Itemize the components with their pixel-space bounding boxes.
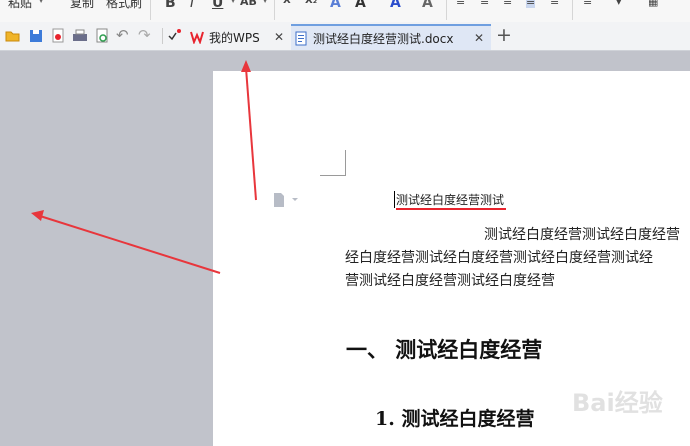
- superscript-icon[interactable]: X²: [283, 0, 295, 6]
- document-title-line[interactable]: 测试经白度经营测试: [394, 191, 507, 210]
- print-preview-icon[interactable]: [93, 27, 111, 45]
- align-right-icon[interactable]: ≡: [503, 0, 512, 8]
- close-icon[interactable]: ✕: [274, 30, 284, 44]
- bold-icon[interactable]: B: [165, 0, 176, 11]
- font-color-icon[interactable]: A: [390, 0, 401, 11]
- tab-bar: ↶ ↷ 我的WPS ✕ 测试经白度经营测试.docx ✕ +: [0, 22, 690, 51]
- new-tab-icon[interactable]: +: [496, 24, 512, 46]
- align-left-icon[interactable]: ≡: [456, 0, 465, 8]
- heading-2[interactable]: 1. 测试经白度经营: [375, 404, 534, 431]
- paste-dropdown-icon[interactable]: ▼: [38, 0, 44, 4]
- docx-icon: [295, 31, 307, 46]
- tab-label: 我的WPS: [209, 30, 260, 45]
- customize-toolbar-icon[interactable]: [166, 27, 184, 45]
- redo-icon[interactable]: ↷: [138, 26, 151, 44]
- close-icon[interactable]: ✕: [474, 31, 484, 45]
- body-line[interactable]: 营测试经白度经营测试经白度经营: [345, 270, 555, 290]
- line-spacing-icon[interactable]: ≡: [583, 0, 592, 8]
- save-icon[interactable]: [27, 27, 45, 45]
- italic-icon[interactable]: I: [190, 0, 194, 11]
- tab-my-wps[interactable]: 我的WPS ✕: [185, 24, 291, 50]
- heading-1[interactable]: 一、 测试经白度经营: [346, 334, 542, 364]
- margin-marker: [345, 150, 346, 176]
- undo-icon[interactable]: ↶: [116, 26, 129, 44]
- strike-dropdown-icon[interactable]: ▼: [262, 0, 268, 4]
- tab-document[interactable]: 测试经白度经营测试.docx ✕: [291, 24, 491, 50]
- underline-icon[interactable]: U: [212, 0, 223, 11]
- wps-logo-icon: [190, 31, 204, 44]
- paragraph-shading-icon[interactable]: ▾: [616, 0, 622, 8]
- spellcheck-underline: [396, 208, 507, 210]
- export-pdf-icon[interactable]: [49, 27, 67, 45]
- char-shading-icon[interactable]: A: [422, 0, 433, 11]
- title-text: 测试经白度经营测试: [396, 193, 505, 207]
- watermark-text: Bai经验: [572, 388, 663, 417]
- tab-label: 测试经白度经营测试.docx: [313, 31, 454, 46]
- paragraph-handle-icon[interactable]: [272, 192, 302, 208]
- strikethrough-icon[interactable]: AB: [240, 0, 257, 8]
- watermark: Bai经验: [572, 380, 690, 420]
- paste-button[interactable]: 粘贴: [8, 0, 32, 11]
- body-line[interactable]: 经白度经营测试经白度经营测试经白度经营测试经: [345, 247, 653, 267]
- format-painter-button[interactable]: 格式刷: [106, 0, 142, 11]
- distribute-icon[interactable]: ≡: [550, 0, 559, 8]
- open-folder-icon[interactable]: [4, 27, 22, 45]
- border-icon[interactable]: ▦: [648, 0, 658, 8]
- highlight-icon[interactable]: A: [355, 0, 366, 11]
- align-center-icon[interactable]: ≡: [480, 0, 489, 8]
- subscript-icon[interactable]: X₂: [305, 0, 317, 6]
- justify-icon[interactable]: ≡: [526, 0, 536, 8]
- arrow-head-icon: [31, 210, 44, 221]
- copy-button[interactable]: 复制: [70, 0, 94, 11]
- underline-dropdown-icon[interactable]: ▼: [230, 0, 236, 4]
- print-icon[interactable]: [71, 27, 89, 45]
- ribbon: 粘贴 ▼ 复制 格式刷 B I U ▼ AB ▼ X² X₂ A A A A ≡…: [0, 0, 690, 23]
- font-effect-icon[interactable]: A: [330, 0, 341, 11]
- body-line[interactable]: 测试经白度经营测试经白度经营: [484, 224, 680, 244]
- margin-marker: [320, 175, 345, 176]
